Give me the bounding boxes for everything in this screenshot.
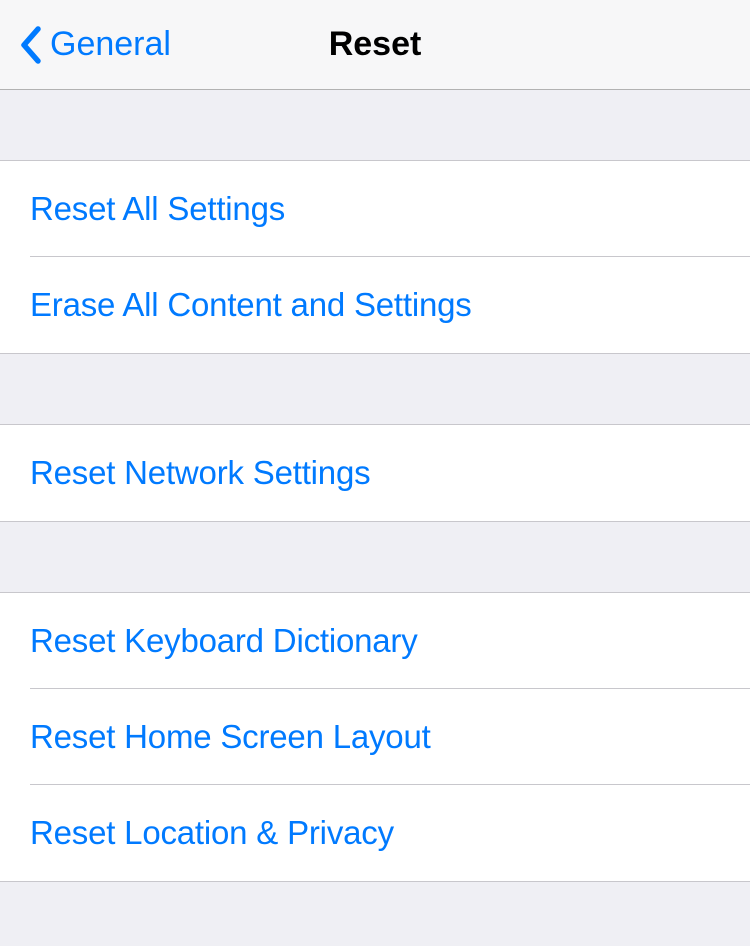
group-spacer <box>0 522 750 592</box>
row-label: Reset Location & Privacy <box>30 814 394 852</box>
page-title: Reset <box>329 25 422 64</box>
back-button[interactable]: General <box>0 25 171 65</box>
list-group: Reset All Settings Erase All Content and… <box>0 160 750 354</box>
list-group: Reset Keyboard Dictionary Reset Home Scr… <box>0 592 750 882</box>
reset-all-settings[interactable]: Reset All Settings <box>0 161 750 257</box>
reset-keyboard-dictionary[interactable]: Reset Keyboard Dictionary <box>0 593 750 689</box>
back-label: General <box>50 25 171 64</box>
erase-all-content[interactable]: Erase All Content and Settings <box>0 257 750 353</box>
list-group: Reset Network Settings <box>0 424 750 522</box>
group-spacer <box>0 354 750 424</box>
nav-bar: General Reset <box>0 0 750 90</box>
group-spacer <box>0 90 750 160</box>
row-label: Erase All Content and Settings <box>30 286 472 324</box>
row-label: Reset Home Screen Layout <box>30 718 431 756</box>
reset-location-privacy[interactable]: Reset Location & Privacy <box>0 785 750 881</box>
chevron-left-icon <box>18 25 42 65</box>
row-label: Reset Keyboard Dictionary <box>30 622 418 660</box>
reset-network-settings[interactable]: Reset Network Settings <box>0 425 750 521</box>
row-label: Reset All Settings <box>30 190 285 228</box>
reset-home-screen-layout[interactable]: Reset Home Screen Layout <box>0 689 750 785</box>
row-label: Reset Network Settings <box>30 454 370 492</box>
